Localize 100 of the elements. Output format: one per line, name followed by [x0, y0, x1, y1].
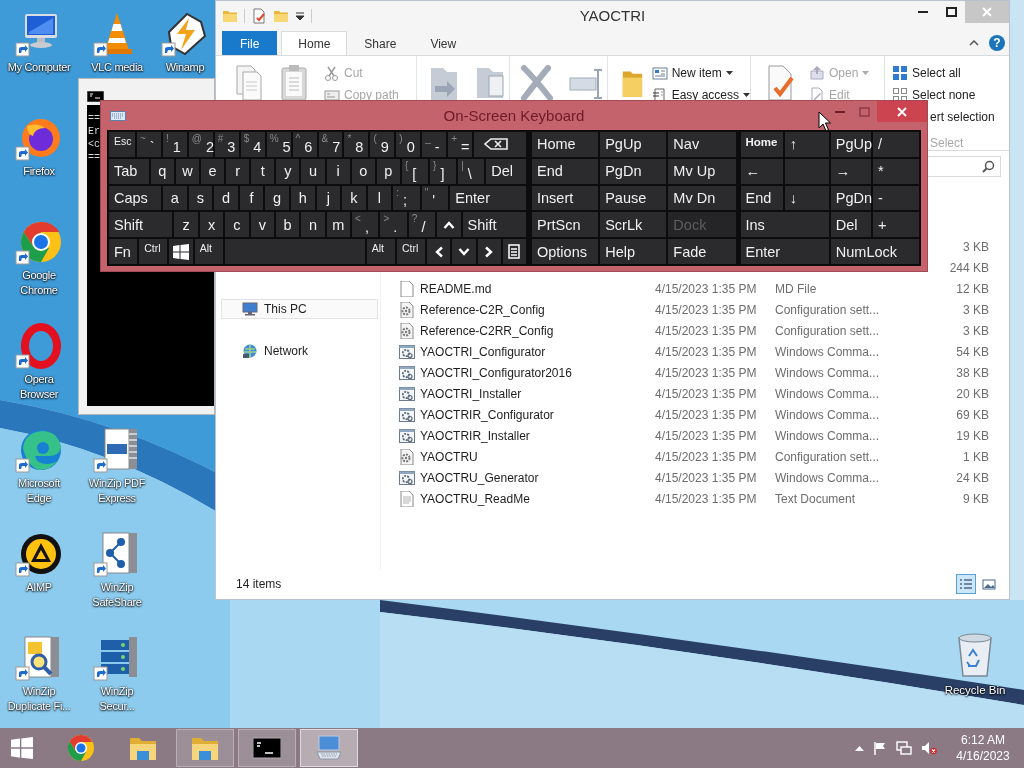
keyboard-key[interactable]: c: [225, 212, 249, 238]
keyboard-key[interactable]: Enter: [450, 185, 526, 211]
keyboard-key[interactable]: *: [872, 158, 919, 184]
keyboard-key[interactable]: r: [226, 158, 250, 184]
keyboard-key[interactable]: { [: [401, 158, 429, 184]
file-name[interactable]: YAOCTRIR_Installer: [415, 428, 655, 443]
view-button[interactable]: [956, 574, 976, 594]
keyboard-key[interactable]: * 8: [344, 132, 369, 157]
keyboard-key[interactable]: Esc: [109, 132, 135, 157]
keyboard-key[interactable]: Insert: [532, 185, 599, 211]
keyboard-key[interactable]: m: [326, 212, 351, 238]
keyboard-key[interactable]: +: [872, 212, 919, 238]
keyboard-key[interactable]: j: [316, 185, 341, 211]
keyboard-key[interactable]: Del: [486, 158, 526, 184]
keyboard-key[interactable]: [169, 239, 193, 264]
keyboard-key[interactable]: Fade: [668, 239, 736, 264]
ribbon-button[interactable]: Select none: [892, 86, 995, 104]
keyboard-key[interactable]: p: [376, 158, 400, 184]
ribbon-tab[interactable]: Home: [281, 31, 348, 55]
keyboard-key[interactable]: f: [239, 185, 264, 211]
clock[interactable]: 6:12 AM 4/16/2023: [954, 729, 1012, 767]
keyboard-key[interactable]: b: [275, 212, 300, 238]
keyboard-key[interactable]: l: [367, 185, 392, 211]
keyboard-key[interactable]: u: [301, 158, 325, 184]
file-name[interactable]: Reference-C2R_Config: [415, 302, 655, 317]
keyboard-key[interactable]: ) 0: [396, 132, 421, 157]
keyboard-key[interactable]: Ins: [740, 212, 829, 238]
keyboard-key[interactable]: Mv Up: [668, 158, 736, 184]
keyboard-key[interactable]: s: [188, 185, 213, 211]
keyboard-key[interactable]: [452, 239, 476, 264]
keyboard-key[interactable]: Enter: [740, 239, 829, 264]
keyboard-key[interactable]: o: [351, 158, 375, 184]
keyboard-key[interactable]: # 3: [214, 132, 239, 157]
keyboard-key[interactable]: y: [276, 158, 300, 184]
nav-item[interactable]: This PC: [221, 299, 378, 319]
keyboard-key[interactable]: End: [532, 158, 599, 184]
file-name[interactable]: YAOCTRI_Configurator: [415, 344, 655, 359]
keyboard-key[interactable]: Options: [532, 239, 599, 264]
keyboard-key[interactable]: Pause: [600, 185, 667, 211]
keyboard-key[interactable]: ↑: [784, 132, 829, 157]
keyboard-key[interactable]: [427, 239, 451, 264]
flag-icon[interactable]: [873, 741, 887, 755]
keyboard-key[interactable]: Mv Dn: [668, 185, 736, 211]
keyboard-key[interactable]: h: [290, 185, 315, 211]
network-icon[interactable]: [896, 740, 912, 756]
ribbon-tab[interactable]: View: [413, 31, 474, 55]
keyboard-key[interactable]: PrtScn: [532, 212, 599, 238]
keyboard-key[interactable]: Shift: [462, 212, 526, 238]
keyboard-key[interactable]: q: [150, 158, 174, 184]
ribbon-button[interactable]: Easy access: [651, 86, 750, 104]
keyboard-key[interactable]: t: [251, 158, 275, 184]
keyboard-key[interactable]: d: [214, 185, 238, 211]
close-button[interactable]: [877, 101, 927, 122]
keyboard-key[interactable]: [502, 239, 527, 264]
keyboard-key[interactable]: [477, 239, 501, 264]
keyboard-key[interactable]: PgDn: [830, 185, 871, 211]
keyboard-key[interactable]: > .: [380, 212, 407, 238]
keyboard-key[interactable]: ↓: [784, 185, 829, 211]
keyboard-key[interactable]: End: [740, 185, 783, 211]
keyboard-key[interactable]: ScrLk: [600, 212, 667, 238]
keyboard-key[interactable]: x: [199, 212, 224, 238]
ribbon-button[interactable]: ert selection: [930, 108, 995, 126]
keyboard-key[interactable]: n: [301, 212, 325, 238]
keyboard-key[interactable]: →: [830, 158, 871, 184]
keyboard-key[interactable]: PgUp: [830, 132, 871, 157]
keyboard-key[interactable]: ←: [740, 158, 783, 184]
keyboard-key[interactable]: + =: [448, 132, 473, 157]
nav-item[interactable]: Network: [221, 341, 378, 361]
chevron-up-icon[interactable]: [969, 40, 979, 46]
file-name[interactable]: YAOCTRU: [415, 449, 655, 464]
keyboard-key[interactable]: Tab: [109, 158, 149, 184]
keyboard-key[interactable]: /: [872, 132, 919, 157]
keyboard-key[interactable]: Alt: [194, 239, 223, 264]
recycle-bin-icon[interactable]: [955, 630, 995, 678]
keyboard-key[interactable]: Nav: [668, 132, 736, 157]
help-button[interactable]: ?: [989, 35, 1005, 51]
keyboard-key[interactable]: i: [326, 158, 350, 184]
keyboard-key[interactable]: Ctrl: [139, 239, 168, 264]
keyboard-key[interactable]: Help: [600, 239, 667, 264]
file-name[interactable]: YAOCTRI_Configurator2016: [415, 365, 655, 380]
opera-icon[interactable]: [15, 322, 63, 370]
keyboard-key[interactable]: $ 4: [240, 132, 265, 157]
keyboard-key[interactable]: [437, 212, 461, 238]
file-name[interactable]: YAOCTRU_ReadMe: [415, 491, 655, 506]
file-name[interactable]: YAOCTRIR_Configurator: [415, 407, 655, 422]
keyboard-key[interactable]: ! 1: [162, 132, 187, 157]
ribbon-button[interactable]: New item: [651, 64, 750, 82]
taskbar-button[interactable]: [238, 729, 296, 767]
ribbon-button[interactable]: Select all: [892, 64, 995, 82]
keyboard-key[interactable]: PgUp: [600, 132, 667, 157]
keyboard-key[interactable]: v: [250, 212, 274, 238]
ribbon-tab[interactable]: File: [222, 31, 278, 55]
keyboard-key[interactable]: NumLock: [830, 239, 919, 264]
ribbon-tab[interactable]: Share: [347, 31, 414, 55]
keyboard-key[interactable]: e: [200, 158, 225, 184]
chevron-up-icon[interactable]: [855, 745, 864, 751]
keyboard-key[interactable]: @ 2: [188, 132, 213, 157]
file-name[interactable]: README.md: [415, 281, 655, 296]
keyboard-key[interactable]: Del: [830, 212, 871, 238]
keyboard-key[interactable]: Home: [740, 132, 783, 157]
